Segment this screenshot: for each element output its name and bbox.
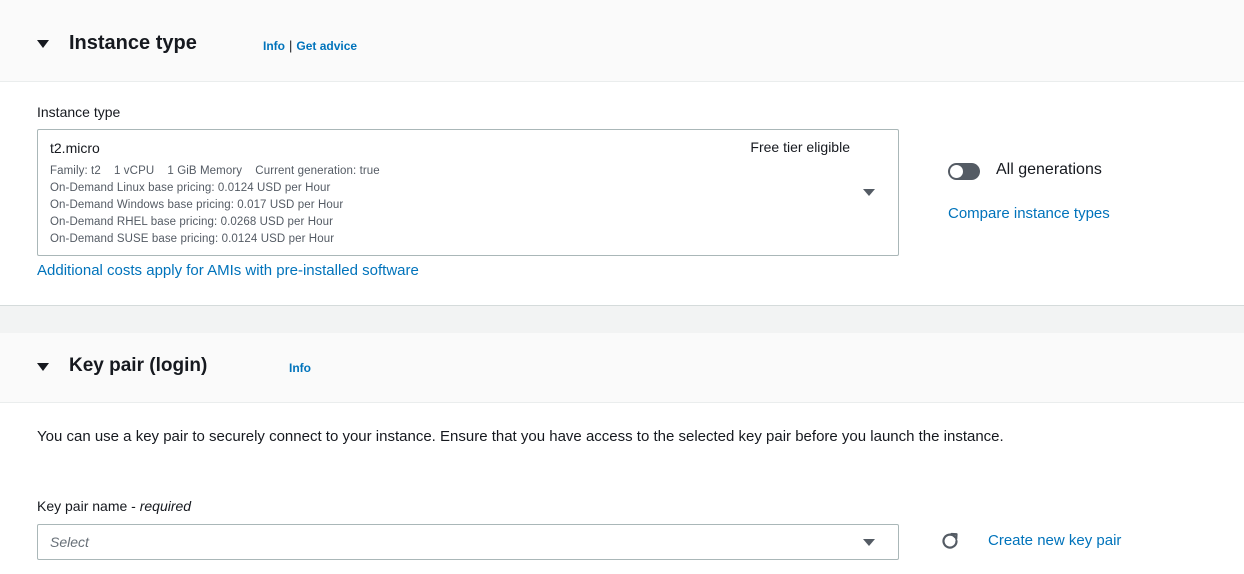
key-pair-header: Key pair (login) Info xyxy=(0,333,1244,403)
select-placeholder: Select xyxy=(50,534,89,550)
section-title-instance-type: Instance type xyxy=(69,32,197,54)
instance-name: t2.micro xyxy=(50,140,100,156)
section-title-key-pair: Key pair (login) xyxy=(69,355,208,376)
key-pair-name-label: Key pair name - required xyxy=(37,498,191,514)
pricing-line-suse: On-Demand SUSE base pricing: 0.0124 USD … xyxy=(50,233,335,245)
toggle-knob xyxy=(950,165,963,178)
key-pair-name-label-text: Key pair name - xyxy=(37,498,140,514)
required-marker: required xyxy=(139,498,192,514)
caret-down-icon[interactable] xyxy=(37,40,49,48)
pricing-line-rhel: On-Demand RHEL base pricing: 0.0268 USD … xyxy=(50,216,334,228)
key-pair-description: You can use a key pair to securely conne… xyxy=(37,428,1004,445)
instance-info-link[interactable]: Info xyxy=(263,39,285,53)
key-pair-select[interactable]: Select xyxy=(37,524,899,560)
link-separator: | xyxy=(289,38,293,53)
free-tier-badge: Free tier eligible xyxy=(750,139,850,155)
section-divider xyxy=(0,305,1244,333)
instance-type-label: Instance type xyxy=(37,104,121,120)
instance-type-header: Instance type Info | Get advice xyxy=(0,0,1244,82)
instance-type-select[interactable]: t2.micro Free tier eligible Family: t2 1… xyxy=(37,129,899,256)
refresh-icon[interactable] xyxy=(941,532,959,550)
pricing-line-windows: On-Demand Windows base pricing: 0.017 US… xyxy=(50,199,344,211)
create-new-key-pair-link[interactable]: Create new key pair xyxy=(988,532,1121,549)
all-generations-label: All generations xyxy=(996,161,1102,178)
info-link: Info | Get advice xyxy=(263,38,357,53)
chevron-down-icon xyxy=(863,539,875,546)
caret-down-icon[interactable] xyxy=(37,363,49,371)
compare-instance-types-link[interactable]: Compare instance types xyxy=(948,205,1110,222)
chevron-down-icon xyxy=(863,189,875,196)
keypair-info-link[interactable]: Info xyxy=(289,361,311,375)
pricing-line-linux: On-Demand Linux base pricing: 0.0124 USD… xyxy=(50,182,331,194)
additional-costs-link[interactable]: Additional costs apply for AMIs with pre… xyxy=(37,262,419,279)
get-advice-link[interactable]: Get advice xyxy=(296,39,357,53)
all-generations-toggle[interactable] xyxy=(948,163,980,180)
instance-family-line: Family: t2 1 vCPU 1 GiB Memory Current g… xyxy=(50,165,380,177)
